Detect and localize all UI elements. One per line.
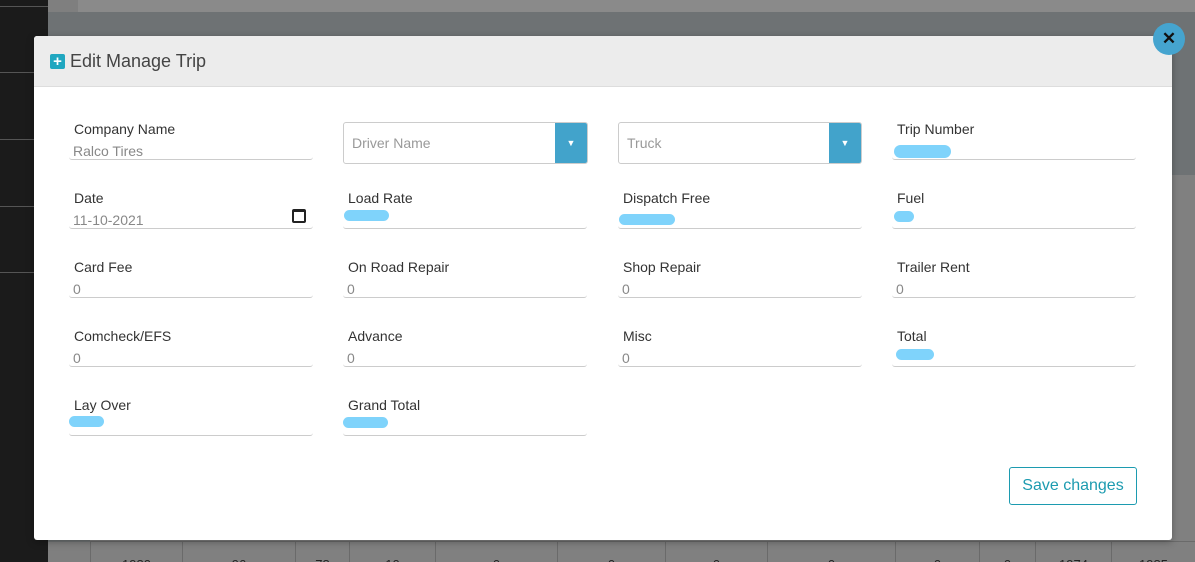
table-cell: 78 (295, 542, 349, 562)
close-icon[interactable]: ✕ (1153, 23, 1185, 55)
field-value: 0 (622, 281, 630, 297)
modal-header: + Edit Manage Trip (34, 36, 1172, 87)
truck-select[interactable]: Truck ▼ (618, 122, 862, 164)
field-label: Trip Number (897, 121, 975, 137)
dispatch-free-field[interactable]: Dispatch Free (618, 190, 862, 229)
table-cell: 10 (349, 542, 435, 562)
field-label: Date (74, 190, 104, 206)
field-value: 0 (73, 350, 81, 366)
table-cell: 0 (767, 542, 895, 562)
table-cell: 1980 (90, 542, 182, 562)
table-cell: 0 (979, 542, 1035, 562)
field-value: 0 (73, 281, 81, 297)
chevron-down-icon[interactable]: ▼ (555, 123, 587, 163)
date-field[interactable]: Date 11-10-2021 (69, 190, 313, 229)
redaction-mark (619, 214, 675, 225)
field-label: Trailer Rent (897, 259, 970, 275)
select-placeholder: Truck (627, 135, 662, 151)
modal-title: Edit Manage Trip (70, 50, 207, 71)
redaction-mark (344, 210, 389, 221)
field-label: Dispatch Free (623, 190, 711, 206)
field-label: Grand Total (348, 397, 421, 413)
field-label: Shop Repair (623, 259, 701, 275)
field-value: 0 (622, 350, 630, 366)
field-label: Misc (623, 328, 652, 344)
advance-field[interactable]: Advance 0 (343, 328, 587, 367)
chevron-down-icon[interactable]: ▼ (829, 123, 861, 163)
background-table-row: 1980 96 78 10 0 0 0 0 0 0 1974 1985 (90, 541, 1195, 562)
shop-repair-field[interactable]: Shop Repair 0 (618, 259, 862, 298)
field-label: Fuel (897, 190, 925, 206)
field-label: On Road Repair (348, 259, 450, 275)
redaction-mark (894, 145, 951, 158)
field-value: 0 (347, 350, 355, 366)
field-label: Load Rate (348, 190, 413, 206)
table-cell: 0 (557, 542, 665, 562)
misc-field[interactable]: Misc 0 (618, 328, 862, 367)
comcheck-efs-field[interactable]: Comcheck/EFS 0 (69, 328, 313, 367)
select-placeholder: Driver Name (352, 135, 431, 151)
table-cell: 0 (895, 542, 979, 562)
field-value: Ralco Tires (73, 143, 144, 159)
redaction-mark (896, 349, 934, 360)
total-field[interactable]: Total (892, 328, 1136, 367)
field-label: Advance (348, 328, 403, 344)
on-road-repair-field[interactable]: On Road Repair 0 (343, 259, 587, 298)
card-fee-field[interactable]: Card Fee 0 (69, 259, 313, 298)
save-changes-button[interactable]: Save changes (1009, 467, 1137, 505)
redaction-mark (69, 416, 104, 427)
trip-number-field[interactable]: Trip Number (892, 121, 1136, 160)
table-cell: 0 (665, 542, 767, 562)
table-cell: 96 (182, 542, 295, 562)
field-value: 11-10-2021 (73, 212, 144, 228)
redaction-mark (894, 211, 914, 222)
load-rate-field[interactable]: Load Rate (343, 190, 587, 229)
plus-square-icon: + (50, 53, 65, 69)
background-card (78, 0, 1195, 12)
edit-trip-modal: + Edit Manage Trip Company Name Ralco Tir… (34, 36, 1172, 540)
field-label: Company Name (74, 121, 176, 137)
trailer-rent-field[interactable]: Trailer Rent 0 (892, 259, 1136, 298)
fuel-field[interactable]: Fuel (892, 190, 1136, 229)
company-name-field[interactable]: Company Name Ralco Tires (69, 121, 313, 160)
field-label: Card Fee (74, 259, 133, 275)
field-value: 0 (896, 281, 904, 297)
grand-total-field[interactable]: Grand Total (343, 397, 587, 436)
table-cell: 1985 (1111, 542, 1195, 562)
field-label: Total (897, 328, 927, 344)
table-cell: 0 (435, 542, 557, 562)
driver-name-select[interactable]: Driver Name ▼ (343, 122, 588, 164)
redaction-mark (343, 417, 388, 428)
field-label: Lay Over (74, 397, 131, 413)
field-value: 0 (347, 281, 355, 297)
field-label: Comcheck/EFS (74, 328, 172, 344)
table-cell: 1974 (1035, 542, 1111, 562)
lay-over-field[interactable]: Lay Over (69, 397, 313, 436)
calendar-icon[interactable] (292, 209, 306, 223)
